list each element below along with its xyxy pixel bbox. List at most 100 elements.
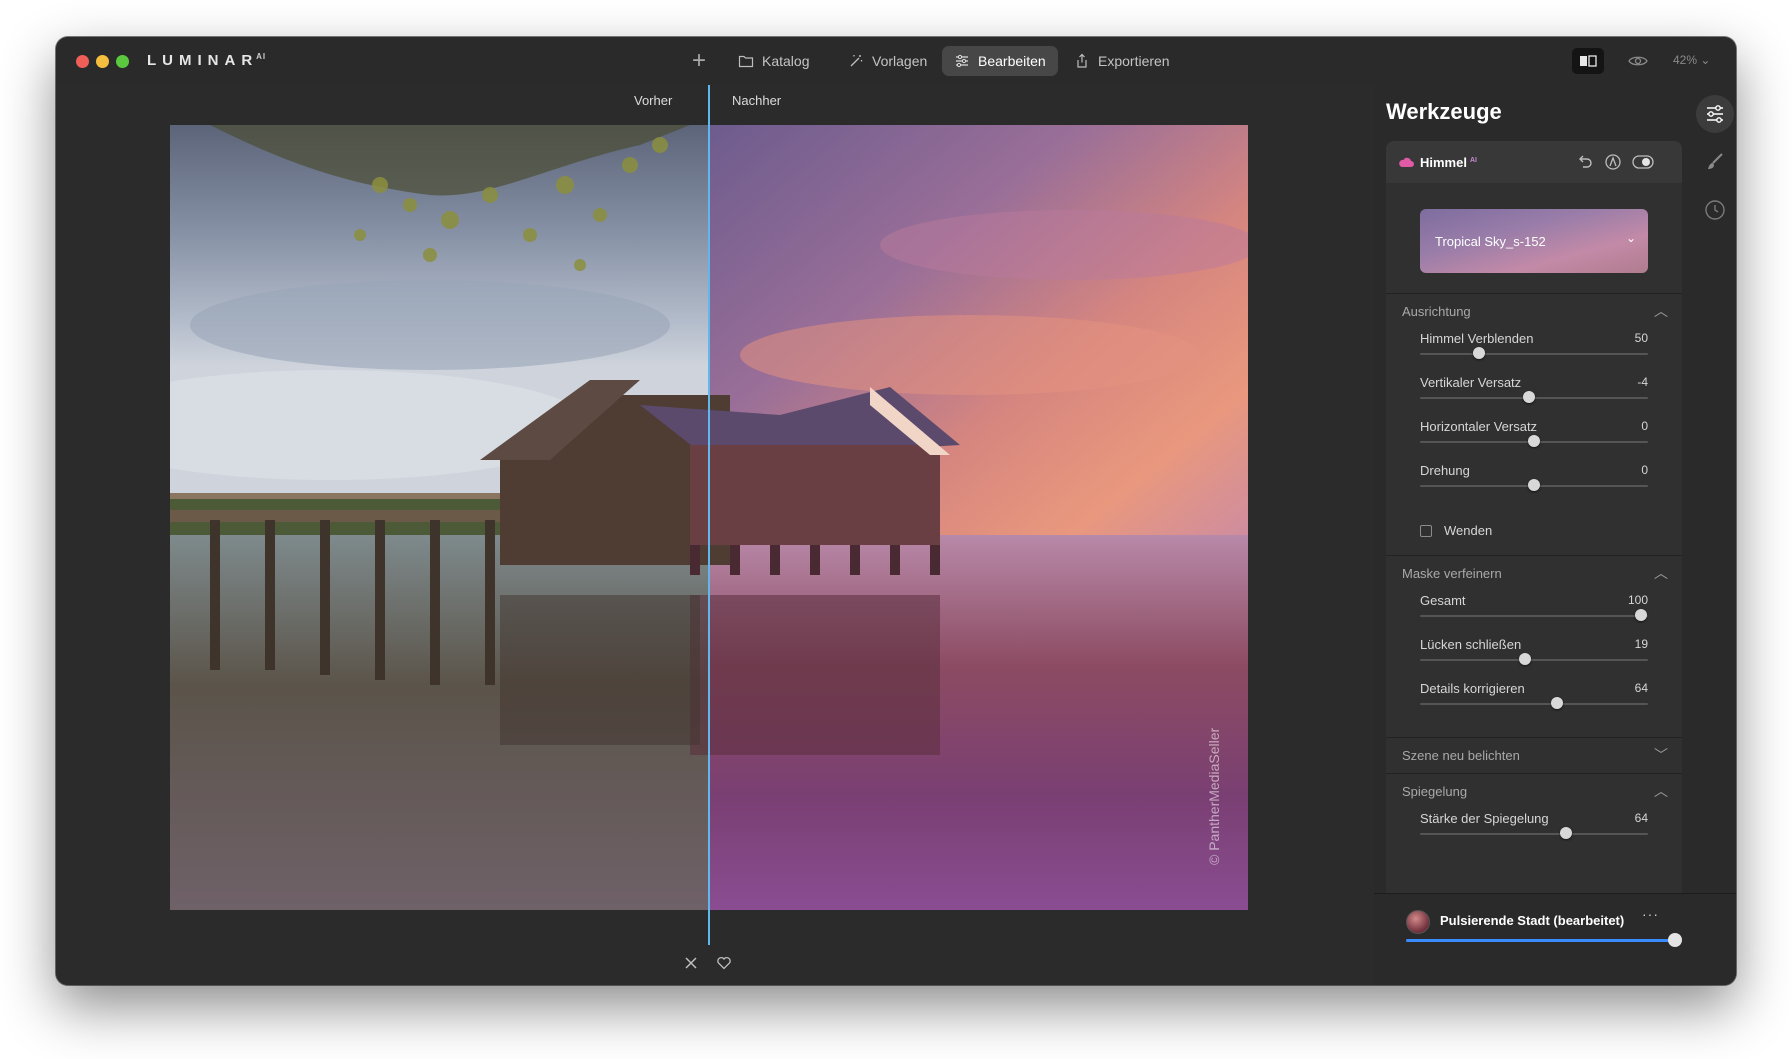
slider-drehung[interactable]: Drehung 0 <box>1420 463 1648 503</box>
compare-toggle-button[interactable] <box>1572 48 1604 74</box>
tab-exportieren[interactable]: Exportieren <box>1062 46 1182 76</box>
eye-icon <box>1628 56 1648 66</box>
slider-track[interactable] <box>1420 353 1648 355</box>
tab-katalog[interactable]: Katalog <box>726 46 821 76</box>
slider-himmel-verblenden[interactable]: Himmel Verblenden 50 <box>1420 331 1648 371</box>
preset-thumbnail <box>1406 910 1430 934</box>
slider-knob[interactable] <box>1528 479 1540 491</box>
tab-exportieren-label: Exportieren <box>1098 53 1170 69</box>
chevron-up-icon: ︿ <box>1654 783 1668 799</box>
chevron-up-icon: ︿ <box>1654 303 1668 319</box>
title-bar: LUMINARAI + Katalog Vorlagen Bearbeiten … <box>56 37 1736 85</box>
slider-track[interactable] <box>1420 833 1648 835</box>
share-icon <box>1077 53 1087 68</box>
mask-icon[interactable] <box>1604 153 1622 171</box>
slider-label: Lücken schließen <box>1420 637 1522 652</box>
slider-value: -4 <box>1637 375 1648 389</box>
slider-value: 50 <box>1634 331 1648 345</box>
app-window: LUMINARAI + Katalog Vorlagen Bearbeiten … <box>56 37 1736 985</box>
slider-knob[interactable] <box>1518 653 1531 665</box>
slider-track[interactable] <box>1420 703 1648 705</box>
slider-knob[interactable] <box>1550 697 1563 709</box>
sky-tool-card: Himmel AI Tropical Sky_s-152 ⌄ Ausrichtun… <box>1386 141 1682 901</box>
visibility-toggle-icon[interactable] <box>1632 153 1654 171</box>
after-label: Nachher <box>732 93 782 108</box>
chevron-up-icon: ︿ <box>1654 565 1668 581</box>
slider-label: Horizontaler Versatz <box>1420 419 1538 434</box>
app-logo: LUMINARAI <box>147 52 267 69</box>
more-options-button[interactable]: ··· <box>1642 906 1659 922</box>
wenden-label: Wenden <box>1444 523 1493 538</box>
maximize-window-button[interactable] <box>116 55 129 68</box>
preset-amount-knob[interactable] <box>1668 933 1682 947</box>
section-spiegelung[interactable]: Spiegelung ︿ <box>1386 773 1682 806</box>
slider-value: 19 <box>1634 637 1648 651</box>
slider-value: 0 <box>1641 463 1648 477</box>
sky-preset-name: Tropical Sky_s-152 <box>1435 234 1546 249</box>
slider-horizontaler-versatz[interactable]: Horizontaler Versatz 0 <box>1420 419 1648 459</box>
slider-knob[interactable] <box>1635 609 1648 621</box>
zoom-level-dropdown[interactable]: 42% ⌄ <box>1673 53 1710 67</box>
panel-title: Werkzeuge <box>1386 99 1502 124</box>
slider-label: Drehung <box>1420 463 1470 478</box>
brush-icon <box>1708 153 1723 169</box>
applied-preset-bar: Pulsierende Stadt (bearbeitet) ··· <box>1374 893 1736 985</box>
slider-value: 64 <box>1634 811 1648 825</box>
wenden-checkbox[interactable]: Wenden <box>1420 523 1492 538</box>
magic-wand-icon <box>850 55 863 67</box>
section-ausrichtung[interactable]: Ausrichtung ︿ <box>1386 293 1682 326</box>
chevron-down-icon: ⌄ <box>1700 53 1711 67</box>
slider-luecken-schliessen[interactable]: Lücken schließen 19 <box>1420 637 1648 677</box>
history-button[interactable] <box>1696 191 1734 229</box>
slider-vertikaler-versatz[interactable]: Vertikaler Versatz -4 <box>1420 375 1648 415</box>
tools-panel: Werkzeuge HimmelAI Tropical Sky_s-152 ⌄ <box>1374 85 1736 985</box>
checkbox-box[interactable] <box>1420 524 1432 537</box>
split-view-icon <box>1580 55 1597 67</box>
close-icon <box>685 957 697 969</box>
folder-icon <box>738 55 754 68</box>
image-canvas[interactable]: Vorher Nachher © PantherMediaSeller <box>56 85 1374 985</box>
sky-tool-header[interactable]: Himmel AI <box>1386 141 1682 183</box>
preset-amount-track[interactable] <box>1406 939 1676 942</box>
section-maske-verfeinern[interactable]: Maske verfeinern ︿ <box>1386 555 1682 588</box>
minimize-window-button[interactable] <box>96 55 109 68</box>
tab-vorlagen-label: Vorlagen <box>872 53 928 69</box>
section-szene-neu-belichten[interactable]: Szene neu belichten ﹀ <box>1386 737 1682 770</box>
heart-icon <box>717 956 731 970</box>
slider-knob[interactable] <box>1528 435 1540 447</box>
favorite-button[interactable] <box>716 955 732 976</box>
tab-bearbeiten[interactable]: Bearbeiten <box>942 46 1058 76</box>
slider-gesamt[interactable]: Gesamt 100 <box>1420 593 1648 633</box>
sliders-icon <box>956 54 968 68</box>
close-window-button[interactable] <box>76 55 89 68</box>
reject-button[interactable] <box>683 955 699 976</box>
add-images-button[interactable]: + <box>686 49 712 75</box>
slider-details-korrigieren[interactable]: Details korrigieren 64 <box>1420 681 1648 721</box>
slider-knob[interactable] <box>1559 827 1572 839</box>
slider-value: 0 <box>1641 419 1648 433</box>
slider-staerke-der-spiegelung[interactable]: Stärke der Spiegelung 64 <box>1420 811 1648 851</box>
slider-track[interactable] <box>1420 615 1648 617</box>
sky-tool-title: Himmel AI <box>1420 155 1477 170</box>
tab-vorlagen[interactable]: Vorlagen <box>836 46 939 76</box>
slider-track[interactable] <box>1420 659 1648 661</box>
slider-label: Stärke der Spiegelung <box>1420 811 1549 826</box>
brush-tool-button[interactable] <box>1696 143 1734 181</box>
slider-label: Details korrigieren <box>1420 681 1525 696</box>
cloud-icon <box>1399 157 1414 167</box>
chevron-down-icon: ⌄ <box>1625 231 1636 245</box>
slider-label: Vertikaler Versatz <box>1420 375 1522 390</box>
before-label: Vorher <box>634 93 673 108</box>
slider-knob[interactable] <box>1473 347 1486 359</box>
sky-preset-dropdown[interactable]: Tropical Sky_s-152 ⌄ <box>1420 209 1648 273</box>
slider-value: 64 <box>1634 681 1648 695</box>
before-after-splitter[interactable] <box>708 85 710 945</box>
slider-knob[interactable] <box>1523 391 1536 403</box>
undo-icon[interactable] <box>1576 153 1594 171</box>
preview-eye-button[interactable] <box>1626 50 1650 72</box>
edit-tools-button[interactable] <box>1696 95 1734 133</box>
section-szene-title: Szene neu belichten <box>1402 748 1520 763</box>
section-maske-title: Maske verfeinern <box>1402 566 1502 581</box>
slider-label: Himmel Verblenden <box>1420 331 1534 346</box>
photo-watermark: © PantherMediaSeller <box>1206 727 1222 865</box>
